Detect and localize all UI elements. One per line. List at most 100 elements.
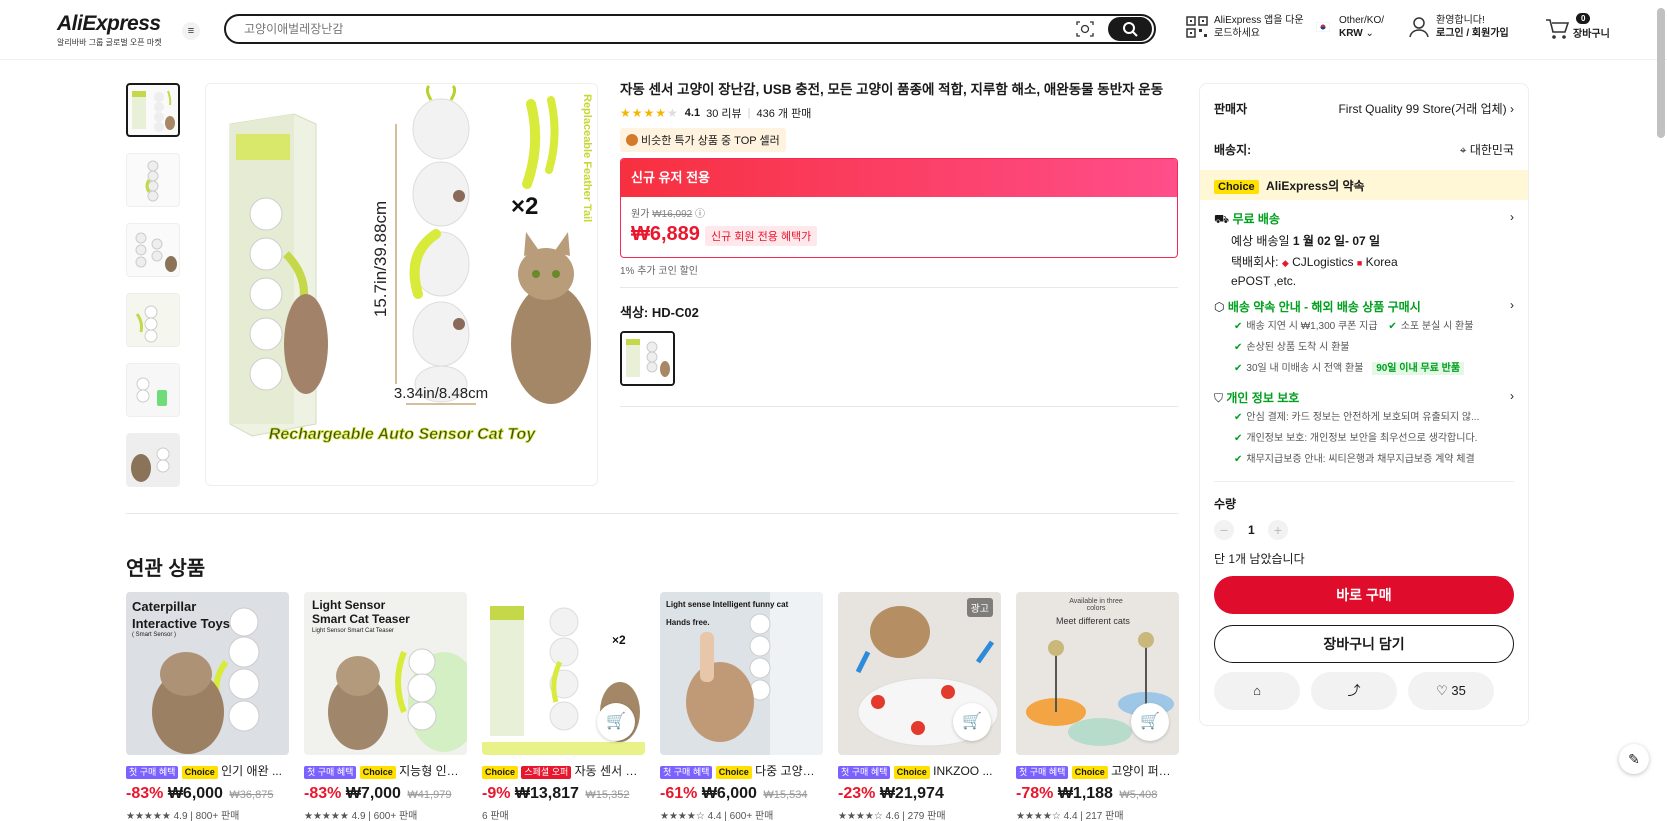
guide-text-3: 손상된 상품 도착 시 환불: [1246, 342, 1350, 353]
related-product-meta: ★★★★☆ 4.6 | 279 판매: [838, 811, 946, 821]
thumbnail-5[interactable]: [126, 363, 180, 417]
add-to-cart-icon[interactable]: 🛒: [1131, 703, 1169, 741]
product-banner-text: Rechargeable Auto Sensor Cat Toy: [269, 426, 537, 443]
thumbnail-4[interactable]: [126, 293, 180, 347]
stock-notice: 단 1개 남았습니다: [1214, 552, 1305, 566]
chevron-right-icon: ›: [1510, 389, 1514, 403]
thumbnail-6[interactable]: [126, 433, 180, 487]
related-product-name: 첫 구매 혜택 Choice INKZOO ...: [838, 763, 1001, 779]
shield-icon: ⛉: [1214, 391, 1224, 405]
related-product-meta: 6 판매: [482, 807, 645, 821]
medal-icon: [626, 134, 638, 146]
first-purchase-tag: 첫 구매 혜택: [660, 766, 713, 779]
quantity-value[interactable]: 1: [1248, 523, 1255, 537]
carrier-name-1: CJLogistics: [1292, 255, 1354, 269]
related-product-image[interactable]: Light Sensor Smart Cat Teaser Light Sens…: [304, 592, 467, 755]
sale-price: ₩6,889: [631, 223, 700, 245]
sold-count: 6 판매: [482, 811, 509, 821]
related-product-card[interactable]: 광고 🛒 첫 구매 혜택 Choice INKZOO ... -23% ₩21,…: [838, 592, 1001, 821]
main-product-image[interactable]: 15.7in/39.88cm 3.34in/8.48cm ×2 Replacea…: [205, 83, 598, 486]
delivery-guide-row[interactable]: ⬡ 배송 약속 안내 - 해외 배송 상품 구매시 ›: [1214, 298, 1514, 315]
info-icon[interactable]: ⓘ: [695, 209, 705, 220]
rating-stars[interactable]: ★★★★★: [620, 106, 679, 120]
first-purchase-tag: 첫 구매 혜택: [304, 766, 357, 779]
related-product-card[interactable]: Light Sensor Smart Cat Teaser Light Sens…: [304, 592, 467, 821]
color-option-hd-c02[interactable]: [620, 331, 675, 386]
quantity-increase-button[interactable]: +: [1268, 520, 1288, 540]
thumbnail-image: [127, 434, 179, 486]
cart-count-badge: 0: [1576, 13, 1591, 24]
pencil-icon[interactable]: ✎: [1619, 744, 1649, 774]
aliexpress-logo[interactable]: AliExpress 알리바바 그룹 글로벌 오픈 마켓: [57, 12, 162, 48]
app-download-text[interactable]: AliExpress 앱을 다운로드하세요: [1214, 14, 1309, 40]
product-name: INKZOO ...: [933, 764, 993, 778]
ship-to-country[interactable]: 대한민국: [1470, 143, 1514, 157]
logo-text[interactable]: AliExpress: [57, 12, 162, 36]
seller-name[interactable]: First Quality 99 Store(거래 업체): [1338, 102, 1506, 116]
login-link[interactable]: 로그인 / 회원가입: [1436, 28, 1509, 39]
seller-value[interactable]: First Quality 99 Store(거래 업체) ›: [1338, 100, 1514, 117]
rating-stars: ★★★★★: [304, 811, 349, 821]
related-product-card[interactable]: Caterpillar Interactive Toys ( Smart Sen…: [126, 592, 289, 821]
related-product-name: Choice 스페셜 오퍼 자동 센서 고...: [482, 763, 645, 779]
related-product-image[interactable]: Available in three colors Meet different…: [1016, 592, 1179, 755]
privacy-text-3: 채무지급보증 안내: 씨티은행과 채무지급보증 계약 체결: [1246, 454, 1475, 465]
guide-text-4: 30일 내 미배송 시 전액 환불: [1246, 363, 1364, 374]
first-purchase-tag: 첫 구매 혜택: [838, 766, 891, 779]
guide-text-1: 배송 지연 시 ₩1,300 쿠폰 지급: [1246, 321, 1378, 332]
quantity-x2-label: ×2: [511, 193, 538, 220]
promo-header: 신규 유저 전용: [621, 159, 1177, 197]
free-shipping-label: 무료 배송: [1232, 212, 1280, 226]
page-scrollbar[interactable]: [1657, 8, 1665, 138]
chevron-right-icon: ›: [1510, 298, 1514, 312]
dimension-height-label: 15.7in/39.88cm: [371, 201, 390, 317]
buy-now-button[interactable]: 바로 구매: [1214, 576, 1514, 614]
related-product-image[interactable]: ×2 🛒: [482, 592, 645, 755]
chevron-down-icon: ⌄: [1362, 28, 1374, 39]
related-product-price: -78% ₩1,188 ₩5,408: [1016, 785, 1179, 803]
search-button[interactable]: [1108, 17, 1152, 41]
review-count[interactable]: 30 리뷰: [706, 105, 742, 121]
ship-to-row[interactable]: 배송지: ⌖ 대한민국: [1214, 141, 1514, 158]
choice-tag: Choice: [715, 766, 752, 779]
box-icon: ⬡: [1214, 300, 1225, 314]
product-name: 지능형 인터...: [399, 764, 467, 778]
seller-row[interactable]: 판매자 First Quality 99 Store(거래 업체) ›: [1214, 100, 1514, 117]
related-product-image[interactable]: Caterpillar Interactive Toys ( Smart Sen…: [126, 592, 289, 755]
choice-promise-band: Choice AliExpress의 약속: [1200, 170, 1528, 200]
location-pin-icon: ⌖: [1459, 143, 1470, 157]
check-icon: ✔: [1388, 321, 1397, 332]
rating-row: ★★★★★ 4.1 30 리뷰 | 436 개 판매: [620, 104, 1178, 122]
price: ₩6,000: [701, 785, 757, 802]
related-product-card[interactable]: Light sense Intelligent funny cat Hands …: [660, 592, 823, 821]
related-product-card[interactable]: ×2 🛒 Choice 스페셜 오퍼 자동 센서 고... -9% ₩13,81…: [482, 592, 645, 821]
related-product-image[interactable]: 광고 🛒: [838, 592, 1001, 755]
add-to-cart-icon[interactable]: 🛒: [953, 703, 991, 741]
related-product-card[interactable]: Available in three colors Meet different…: [1016, 592, 1179, 821]
add-to-cart-icon[interactable]: 🛒: [597, 703, 635, 741]
thumbnail-3[interactable]: [126, 223, 180, 277]
store-button[interactable]: ⌂: [1214, 672, 1300, 710]
related-product-meta: ★★★★★ 4.9 | 800+ 판매: [126, 811, 240, 821]
quantity-decrease-button[interactable]: −: [1214, 520, 1234, 540]
related-product-image[interactable]: Light sense Intelligent funny cat Hands …: [660, 592, 823, 755]
camera-search-icon[interactable]: [1076, 21, 1094, 37]
quantity-label-row: 수량: [1214, 495, 1514, 512]
promo-body: 원가 ₩16,092 ⓘ ₩6,889 신규 회원 전용 혜택가: [621, 197, 1177, 257]
add-to-cart-button[interactable]: 장바구니 담기: [1214, 625, 1514, 663]
choice-promise-text: AliExpress의 약속: [1266, 179, 1365, 193]
thumbnail-2[interactable]: [126, 153, 180, 207]
search-input[interactable]: [244, 22, 1064, 36]
wishlist-button[interactable]: ♡ 35: [1408, 672, 1494, 710]
choice-badge: Choice: [1214, 180, 1259, 194]
privacy-row[interactable]: ⛉ 개인 정보 보호 ›: [1214, 389, 1514, 406]
price-tag-badge: 신규 회원 전용 혜택가: [705, 226, 818, 246]
special-offer-tag: 스페셜 오퍼: [521, 766, 572, 779]
related-products-title: 연관 상품: [126, 558, 206, 580]
discount-percent: -61%: [660, 785, 698, 802]
share-button[interactable]: ⤴: [1311, 672, 1397, 710]
sold-count: 800+ 판매: [195, 811, 240, 821]
thumbnail-1[interactable]: [126, 83, 180, 137]
menu-icon[interactable]: ≡: [182, 22, 200, 40]
free-shipping-row[interactable]: ⛟ 무료 배송 ›: [1214, 210, 1514, 228]
